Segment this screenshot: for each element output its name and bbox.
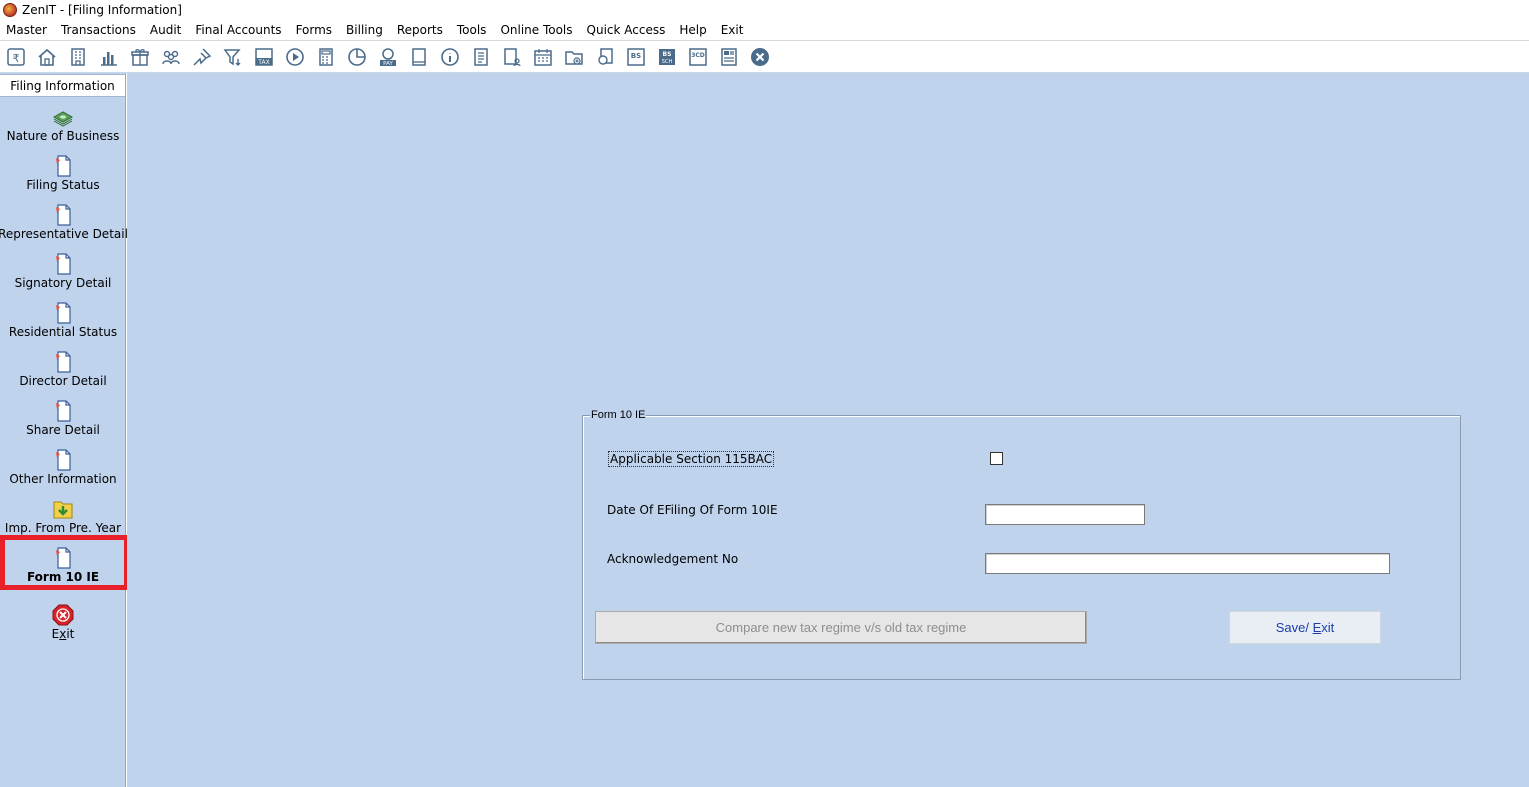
groupbox-title: Form 10 IE xyxy=(590,409,647,422)
money-stack-icon xyxy=(52,111,74,127)
document-user-icon[interactable] xyxy=(498,43,526,71)
book-icon[interactable] xyxy=(405,43,433,71)
menu-billing[interactable]: Billing xyxy=(339,20,390,41)
document-icon xyxy=(56,253,71,275)
sidebar-item-other-information[interactable]: Other Information xyxy=(0,446,126,495)
section-115bac-checkbox[interactable] xyxy=(990,452,1003,465)
pin-icon[interactable] xyxy=(188,43,216,71)
document-icon xyxy=(56,302,71,324)
sidebar-item-signatory-detail[interactable]: Signatory Detail xyxy=(0,250,126,299)
sidebar-item-filing-status[interactable]: Filing Status xyxy=(0,152,126,201)
document-icon xyxy=(56,449,71,471)
users-icon[interactable] xyxy=(157,43,185,71)
sidebar-item-label: Director Detail xyxy=(19,374,107,388)
sidebar-item-share-detail[interactable]: Share Detail xyxy=(0,397,126,446)
calculator-icon[interactable] xyxy=(312,43,340,71)
close-icon[interactable] xyxy=(746,43,774,71)
document-icon xyxy=(56,351,71,373)
save-exit-button[interactable]: Save/ Exit xyxy=(1229,611,1381,644)
svg-text:PAY: PAY xyxy=(383,61,393,67)
report-icon[interactable] xyxy=(467,43,495,71)
menu-online-tools[interactable]: Online Tools xyxy=(493,20,579,41)
exit-icon xyxy=(52,604,74,626)
filter-icon[interactable] xyxy=(219,43,247,71)
sidebar-item-label: Nature of Business xyxy=(6,129,120,143)
menu-help[interactable]: Help xyxy=(672,20,713,41)
menu-tools[interactable]: Tools xyxy=(450,20,494,41)
home-icon[interactable] xyxy=(33,43,61,71)
svg-text:BS: BS xyxy=(631,52,641,60)
form-icon[interactable] xyxy=(715,43,743,71)
bs-icon[interactable]: BS xyxy=(622,43,650,71)
building-icon[interactable] xyxy=(64,43,92,71)
3cd-icon[interactable]: 3CD xyxy=(684,43,712,71)
import-folder-icon xyxy=(53,501,73,519)
panel-header: Filing Information xyxy=(0,74,125,97)
sidebar-item-label: Residential Status xyxy=(8,325,118,339)
sidebar-item-director-detail[interactable]: Director Detail xyxy=(0,348,126,397)
play-circle-icon[interactable] xyxy=(281,43,309,71)
sidebar-item-label: Signatory Detail xyxy=(14,276,112,290)
sidebar-item-label: Representative Detail xyxy=(0,227,128,241)
window-title: ZenIT - [Filing Information] xyxy=(22,3,182,17)
sidebar-item-residential-status[interactable]: Residential Status xyxy=(0,299,126,348)
menu-quick-access[interactable]: Quick Access xyxy=(580,20,673,41)
sidebar-item-label: Share Detail xyxy=(26,423,100,437)
bar-chart-icon[interactable] xyxy=(95,43,123,71)
menu-master[interactable]: Master xyxy=(0,20,54,41)
sidebar-item-representative-detail[interactable]: Representative Detail xyxy=(0,201,128,250)
section-115bac-label: Applicable Section 115BAC xyxy=(608,451,775,467)
document-icon xyxy=(56,204,71,226)
tax-icon[interactable]: TAX xyxy=(250,43,278,71)
document-icon xyxy=(56,400,71,422)
document-icon xyxy=(56,155,71,177)
highlight-box xyxy=(0,535,129,590)
calendar-icon[interactable] xyxy=(529,43,557,71)
bs-sch-icon[interactable]: BS SCH xyxy=(653,43,681,71)
svg-text:BS: BS xyxy=(663,51,672,58)
menu-reports[interactable]: Reports xyxy=(390,20,450,41)
svg-text:3CD: 3CD xyxy=(691,52,705,59)
sidebar-item-label: Exit xyxy=(51,627,75,641)
pie-icon[interactable] xyxy=(343,43,371,71)
svg-text:TAX: TAX xyxy=(257,59,269,66)
gift-icon[interactable] xyxy=(126,43,154,71)
sidebar-item-nature-of-business[interactable]: Nature of Business xyxy=(0,103,126,152)
menu-bar: Master Transactions Audit Final Accounts… xyxy=(0,20,1529,41)
rupee-ledger-icon[interactable]: ₹ xyxy=(2,43,30,71)
acknowledgement-field[interactable] xyxy=(985,553,1390,574)
menu-final-accounts[interactable]: Final Accounts xyxy=(188,20,288,41)
menu-audit[interactable]: Audit xyxy=(143,20,188,41)
acknowledgement-label: Acknowledgement No xyxy=(607,552,739,566)
sidebar-item-label: Imp. From Pre. Year xyxy=(4,521,122,535)
menu-forms[interactable]: Forms xyxy=(289,20,339,41)
sidebar-item-label: Filing Status xyxy=(26,178,100,192)
copy-document-icon[interactable] xyxy=(591,43,619,71)
app-logo-icon xyxy=(3,3,17,17)
toolbar: ₹ TAX PAY BS BS SCH 3CD xyxy=(0,42,1529,73)
save-exit-label: Save/ Exit xyxy=(1275,620,1335,635)
efiling-date-label: Date Of EFiling Of Form 10IE xyxy=(607,503,778,517)
folder-add-icon[interactable] xyxy=(560,43,588,71)
pay-icon[interactable]: PAY xyxy=(374,43,402,71)
sidebar-item-exit[interactable]: Exit xyxy=(0,601,126,650)
efiling-date-field[interactable] xyxy=(985,504,1145,525)
title-bar: ZenIT - [Filing Information] xyxy=(0,0,1529,20)
compare-tax-regime-button[interactable]: Compare new tax regime v/s old tax regim… xyxy=(595,611,1087,644)
sidebar-item-label: Other Information xyxy=(9,472,117,486)
info-icon[interactable] xyxy=(436,43,464,71)
menu-exit[interactable]: Exit xyxy=(714,20,751,41)
svg-text:₹: ₹ xyxy=(13,52,20,65)
menu-transactions[interactable]: Transactions xyxy=(54,20,143,41)
svg-text:SCH: SCH xyxy=(662,59,673,65)
